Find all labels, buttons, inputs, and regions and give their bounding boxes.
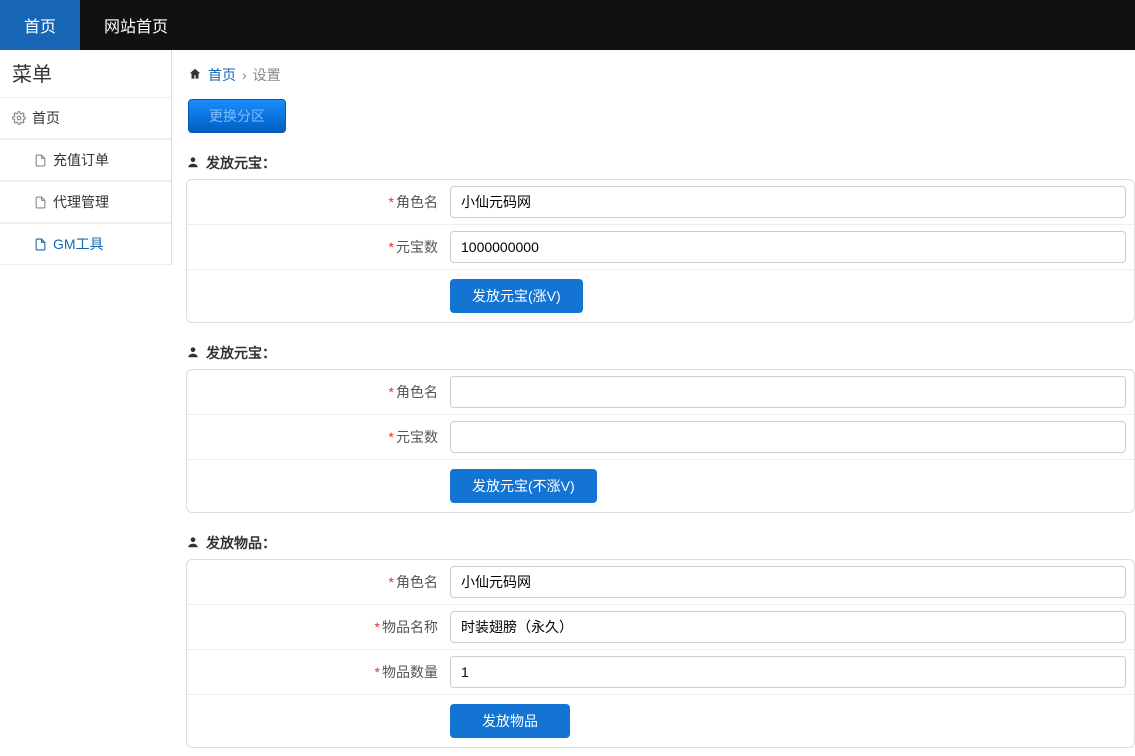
file-icon [34, 238, 47, 251]
breadcrumb-home-link[interactable]: 首页 [208, 65, 236, 85]
breadcrumb-current: 设置 [253, 65, 281, 85]
section1-amount-input[interactable] [450, 231, 1126, 263]
section2-role-label: *角色名 [195, 382, 450, 402]
section1-submit-button[interactable]: 发放元宝(涨V) [450, 279, 583, 313]
file-icon [34, 196, 47, 209]
gear-icon [12, 111, 26, 125]
sidebar-item-label: 充值订单 [53, 150, 109, 170]
section3-item-label: *物品名称 [195, 617, 450, 637]
sidebar: 菜单 首页 充值订单 代理管理 GM工具 [0, 50, 172, 265]
section2-role-input[interactable] [450, 376, 1126, 408]
sidebar-item-agent[interactable]: 代理管理 [0, 181, 171, 223]
section2-amount-label: *元宝数 [195, 427, 450, 447]
section1-title: 发放元宝： [186, 153, 1135, 173]
section1-role-label: *角色名 [195, 192, 450, 212]
change-zone-button[interactable]: 更换分区 [188, 99, 286, 133]
section3-role-label: *角色名 [195, 572, 450, 592]
content: 首页 › 设置 更换分区 发放元宝： *角色名 *元宝数 发 [172, 50, 1135, 756]
section3-qty-label: *物品数量 [195, 662, 450, 682]
user-icon [186, 155, 200, 172]
tab-home[interactable]: 首页 [0, 0, 80, 50]
sidebar-title: 菜单 [0, 50, 171, 97]
user-icon [186, 345, 200, 362]
breadcrumb: 首页 › 设置 [186, 64, 1135, 99]
section3-role-input[interactable] [450, 566, 1126, 598]
sidebar-item-label: 代理管理 [53, 192, 109, 212]
sidebar-item-gm-tools[interactable]: GM工具 [0, 223, 171, 265]
sidebar-item-recharge[interactable]: 充值订单 [0, 139, 171, 181]
section2-amount-input[interactable] [450, 421, 1126, 453]
sidebar-root-label: 首页 [32, 108, 60, 128]
home-icon [188, 67, 202, 84]
sidebar-item-label: GM工具 [53, 234, 104, 254]
breadcrumb-sep: › [242, 67, 247, 83]
sidebar-root[interactable]: 首页 [0, 97, 171, 139]
file-icon [34, 154, 47, 167]
user-icon [186, 535, 200, 552]
section2-title: 发放元宝： [186, 343, 1135, 363]
top-nav: 首页 网站首页 [0, 0, 1135, 50]
section2-submit-button[interactable]: 发放元宝(不涨V) [450, 469, 597, 503]
section3-title: 发放物品： [186, 533, 1135, 553]
tab-site-home[interactable]: 网站首页 [80, 0, 192, 50]
section2-form: *角色名 *元宝数 发放元宝(不涨V) [186, 369, 1135, 513]
section3-qty-input[interactable] [450, 656, 1126, 688]
section1-role-input[interactable] [450, 186, 1126, 218]
section3-form: *角色名 *物品名称 *物品数量 发放物品 [186, 559, 1135, 748]
section3-item-input[interactable] [450, 611, 1126, 643]
section3-submit-button[interactable]: 发放物品 [450, 704, 570, 738]
section1-amount-label: *元宝数 [195, 237, 450, 257]
section1-form: *角色名 *元宝数 发放元宝(涨V) [186, 179, 1135, 323]
